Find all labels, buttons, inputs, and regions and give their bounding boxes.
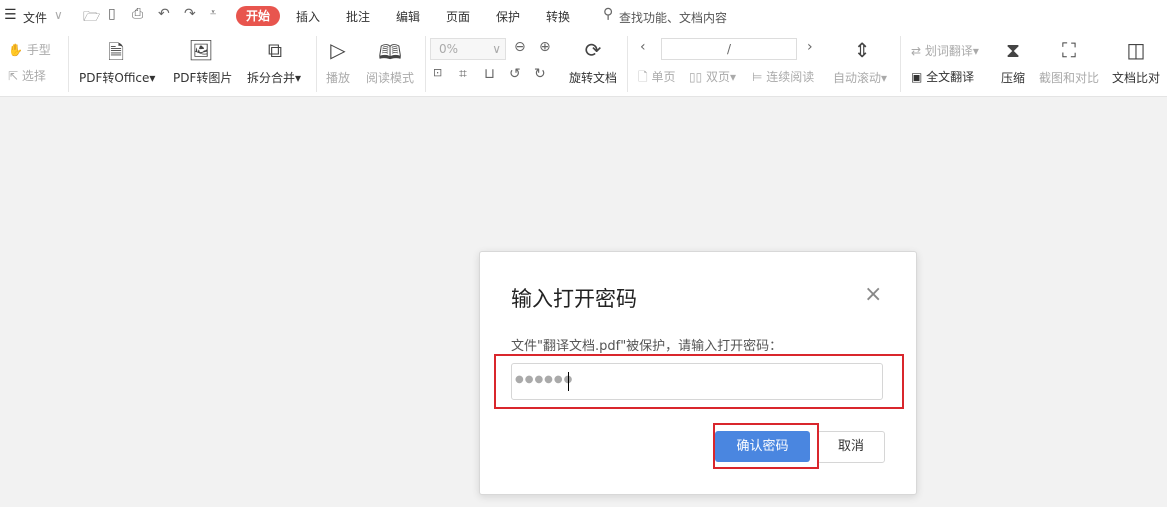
screenshot-icon: ⛶ — [1062, 38, 1076, 62]
open-icon[interactable]: 🗁 — [83, 6, 100, 30]
select-label: 选择 — [21, 69, 46, 83]
rotate-doc-button[interactable]: 旋转文档 — [569, 69, 617, 86]
save-icon[interactable]: ▯ — [108, 6, 116, 22]
divider — [316, 36, 317, 92]
pdf-to-office-button[interactable]: PDF转Office▾ — [79, 69, 155, 86]
undo-icon[interactable]: ↶ — [158, 6, 170, 22]
play-icon: ▷ — [330, 38, 346, 62]
select-tool[interactable]: ⇱ 选择 — [8, 67, 46, 84]
fit-width-icon[interactable]: ⊔ — [484, 66, 495, 82]
divider — [900, 36, 901, 92]
screenshot-compare-button[interactable]: 截图和对比 — [1039, 69, 1099, 86]
word-translate-button[interactable]: ⇄ 划词翻译▾ — [911, 42, 979, 59]
tab-insert[interactable]: 插入 — [296, 8, 320, 25]
redo-icon[interactable]: ↷ — [184, 6, 196, 22]
actual-size-icon[interactable]: ⊡ — [433, 66, 442, 79]
double-label: 双页 — [706, 70, 731, 84]
tab-convert[interactable]: 转换 — [546, 8, 570, 25]
next-page-icon[interactable]: › — [807, 39, 813, 55]
divider — [425, 36, 426, 92]
divider — [627, 36, 628, 92]
full-translate-button[interactable]: ▣ 全文翻译 — [911, 68, 974, 85]
split-merge-label: 拆分合并 — [247, 71, 296, 85]
zoom-in-icon[interactable]: ⊕ — [539, 39, 551, 55]
highlight-box-input — [494, 354, 904, 409]
rotate-doc-icon: ⟳ — [584, 38, 602, 62]
split-merge-button[interactable]: 拆分合并▾ — [247, 69, 301, 86]
more-icon[interactable]: ⩡ — [210, 6, 216, 20]
full-translate-label: 全文翻译 — [926, 70, 975, 84]
page-input[interactable]: / — [661, 38, 797, 60]
auto-scroll-button[interactable]: 自动滚动▾ — [833, 69, 887, 86]
search-input[interactable]: 查找功能、文档内容 — [619, 9, 727, 26]
pdf-to-office-icon: 🗎 — [107, 40, 125, 64]
image-icon: 🖼 — [188, 38, 214, 62]
rotate-left-icon[interactable]: ↺ — [509, 66, 521, 82]
compare-icon: ◫ — [1126, 38, 1146, 62]
print-icon[interactable]: ⎙ — [132, 6, 143, 22]
file-menu[interactable]: 文件 — [23, 9, 47, 26]
chevron-down-icon[interactable]: ∨ — [54, 8, 63, 22]
zoom-value: 0% — [439, 42, 459, 56]
read-mode-button[interactable]: 阅读模式 — [366, 69, 414, 86]
doc-compare-button[interactable]: 文档比对 — [1112, 69, 1160, 86]
book-icon: 🕮 — [378, 40, 402, 64]
toolbar-area: ☰ 文件 ∨ 🗁 ▯ ⎙ ↶ ↷ ⩡ 开始 插入 批注 编辑 页面 保护 转换 … — [0, 0, 1167, 97]
tab-annotate[interactable]: 批注 — [346, 8, 370, 25]
menu-icon[interactable]: ☰ — [4, 7, 17, 23]
dialog-title: 输入打开密码 — [511, 287, 637, 311]
tab-start[interactable]: 开始 — [236, 6, 280, 26]
prev-page-icon[interactable]: ‹ — [640, 39, 646, 55]
highlight-box-confirm — [713, 423, 819, 469]
tab-protect[interactable]: 保护 — [496, 8, 520, 25]
single-label: 单页 — [651, 70, 676, 84]
compress-icon: ⧗ — [1005, 38, 1021, 62]
double-page-button[interactable]: ▯▯ 双页▾ — [689, 68, 736, 85]
tab-page[interactable]: 页面 — [446, 8, 470, 25]
hand-label: 手型 — [26, 43, 51, 57]
auto-scroll-label: 自动滚动 — [833, 71, 882, 85]
cancel-button[interactable]: 取消 — [817, 431, 885, 463]
fit-page-icon[interactable]: ⌗ — [459, 66, 467, 82]
continuous-button[interactable]: ⊨ 连续阅读 — [752, 68, 814, 85]
pdf-to-image-button[interactable]: PDF转图片 — [173, 69, 232, 86]
hand-tool[interactable]: ✋ 手型 — [8, 41, 51, 58]
single-page-button[interactable]: 🗋 单页 — [638, 68, 675, 89]
divider — [68, 36, 69, 92]
auto-scroll-icon: ⇕ — [853, 38, 871, 62]
rotate-right-icon[interactable]: ↻ — [534, 66, 546, 82]
search-icon: ⚲ — [603, 6, 614, 22]
zoom-select[interactable]: 0% ∨ — [430, 38, 506, 60]
continuous-label: 连续阅读 — [766, 70, 815, 84]
play-button[interactable]: 播放 — [326, 69, 350, 86]
split-merge-icon: ⧉ — [267, 38, 283, 62]
dialog-message: 文件"翻译文档.pdf"被保护，请输入打开密码： — [511, 339, 783, 354]
zoom-out-icon[interactable]: ⊖ — [514, 39, 526, 55]
tab-edit[interactable]: 编辑 — [396, 8, 420, 25]
compress-button[interactable]: 压缩 — [1001, 69, 1025, 86]
close-icon[interactable]: × — [864, 282, 882, 307]
word-translate-label: 划词翻译 — [924, 44, 973, 58]
pdf-to-office-label: PDF转Office — [79, 71, 150, 85]
chevron-down-icon: ∨ — [492, 42, 501, 56]
